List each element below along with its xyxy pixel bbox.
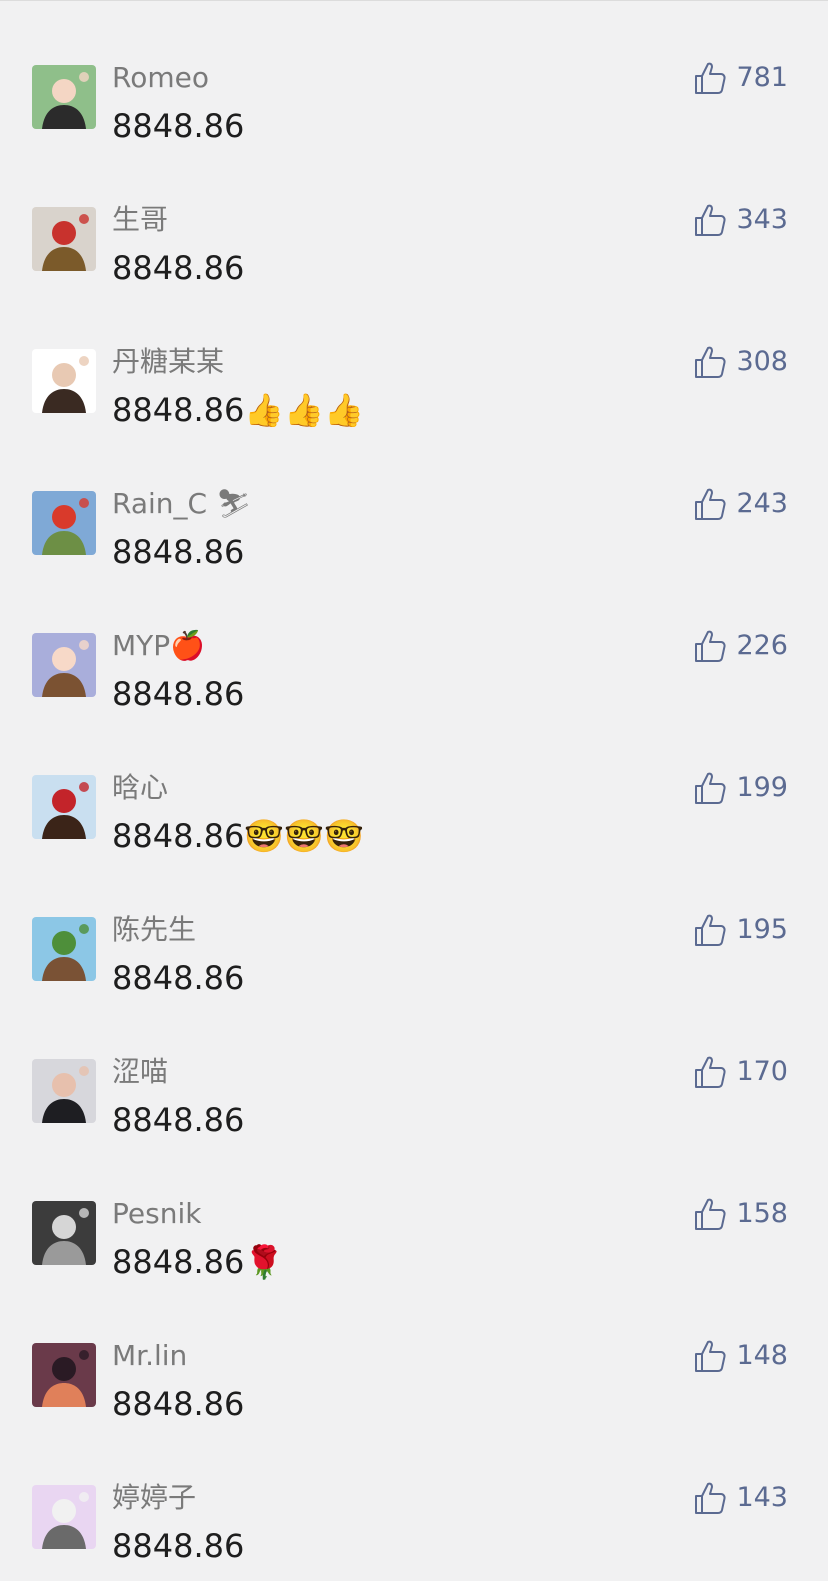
commenter-name[interactable]: 婷婷子 <box>112 1480 196 1516</box>
avatar[interactable] <box>32 1485 96 1549</box>
thumbs-up-icon <box>695 630 727 662</box>
comment-text: 8848.86 <box>112 249 245 287</box>
avatar[interactable] <box>32 207 96 271</box>
commenter-name[interactable]: MYP🍎 <box>112 628 205 664</box>
like-count: 143 <box>736 1482 788 1513</box>
avatar-image <box>32 1485 96 1549</box>
like-count: 243 <box>736 488 788 519</box>
comment-item: MYP🍎 8848.86 226 <box>0 568 828 713</box>
like-count: 308 <box>736 346 788 377</box>
comment-item: 涩喵 8848.86 170 <box>0 994 828 1139</box>
avatar-image <box>32 491 96 555</box>
comment-text: 8848.86 <box>112 959 245 997</box>
like-count: 170 <box>736 1056 788 1087</box>
like-count: 343 <box>736 204 788 235</box>
commenter-name[interactable]: Romeo <box>112 60 209 96</box>
comment-text: 8848.86 <box>112 533 245 571</box>
like-count: 226 <box>736 630 788 661</box>
comment-item: 生哥 8848.86 343 <box>0 142 828 287</box>
avatar[interactable] <box>32 1343 96 1407</box>
avatar-image <box>32 917 96 981</box>
comment-text: 8848.86 <box>112 1385 245 1423</box>
comment-item: Rain_C ⛷ 8848.86 243 <box>0 426 828 571</box>
commenter-name[interactable]: Mr.lin <box>112 1338 187 1374</box>
commenter-name[interactable]: 陈先生 <box>112 912 196 948</box>
like-button[interactable]: 226 <box>694 628 788 664</box>
like-count: 195 <box>736 914 788 945</box>
avatar[interactable] <box>32 65 96 129</box>
like-button[interactable]: 781 <box>694 60 788 96</box>
like-button[interactable]: 243 <box>694 486 788 522</box>
avatar[interactable] <box>32 775 96 839</box>
like-button[interactable]: 170 <box>694 1054 788 1090</box>
commenter-name[interactable]: Rain_C ⛷ <box>112 486 252 522</box>
thumbs-up-icon <box>695 488 727 520</box>
comment-text: 8848.86🤓🤓🤓 <box>112 817 364 855</box>
comment-item: 陈先生 8848.86 195 <box>0 852 828 997</box>
like-button[interactable]: 148 <box>694 1338 788 1374</box>
comment-item: Pesnik 8848.86🌹 158 <box>0 1136 828 1281</box>
commenter-name[interactable]: 晗心 <box>112 770 168 806</box>
avatar-image <box>32 349 96 413</box>
thumbs-up-icon <box>695 914 727 946</box>
comment-text: 8848.86 <box>112 1101 245 1139</box>
comment-text: 8848.86 <box>112 107 245 145</box>
avatar[interactable] <box>32 349 96 413</box>
avatar-image <box>32 1343 96 1407</box>
thumbs-up-icon <box>695 1340 727 1372</box>
thumbs-up-icon <box>695 1482 727 1514</box>
avatar[interactable] <box>32 1201 96 1265</box>
like-button[interactable]: 308 <box>694 344 788 380</box>
thumbs-up-icon <box>695 1198 727 1230</box>
like-button[interactable]: 199 <box>694 770 788 806</box>
like-button[interactable]: 158 <box>694 1196 788 1232</box>
comment-text: 8848.86 <box>112 1527 245 1565</box>
avatar[interactable] <box>32 917 96 981</box>
comment-text: 8848.86👍👍👍 <box>112 391 364 429</box>
comment-text: 8848.86🌹 <box>112 1243 285 1281</box>
avatar-image <box>32 1059 96 1123</box>
avatar-image <box>32 775 96 839</box>
comment-item: Mr.lin 8848.86 148 <box>0 1278 828 1423</box>
commenter-name[interactable]: 丹糖某某 <box>112 344 224 380</box>
like-count: 781 <box>736 62 788 93</box>
thumbs-up-icon <box>695 62 727 94</box>
like-count: 199 <box>736 772 788 803</box>
commenter-name[interactable]: Pesnik <box>112 1196 201 1232</box>
comment-text: 8848.86 <box>112 675 245 713</box>
comment-item: Romeo 8848.86 781 <box>0 0 828 145</box>
like-count: 148 <box>736 1340 788 1371</box>
avatar-image <box>32 207 96 271</box>
comment-item: 婷婷子 8848.86 143 <box>0 1420 828 1565</box>
like-button[interactable]: 195 <box>694 912 788 948</box>
avatar[interactable] <box>32 1059 96 1123</box>
avatar[interactable] <box>32 633 96 697</box>
avatar[interactable] <box>32 491 96 555</box>
commenter-name[interactable]: 生哥 <box>112 202 168 238</box>
avatar-image <box>32 633 96 697</box>
thumbs-up-icon <box>695 1056 727 1088</box>
comment-item: 丹糖某某 8848.86👍👍👍 308 <box>0 284 828 429</box>
like-count: 158 <box>736 1198 788 1229</box>
thumbs-up-icon <box>695 772 727 804</box>
like-button[interactable]: 143 <box>694 1480 788 1516</box>
avatar-image <box>32 65 96 129</box>
like-button[interactable]: 343 <box>694 202 788 238</box>
avatar-image <box>32 1201 96 1265</box>
thumbs-up-icon <box>695 346 727 378</box>
thumbs-up-icon <box>695 204 727 236</box>
comment-item: 晗心 8848.86🤓🤓🤓 199 <box>0 710 828 855</box>
commenter-name[interactable]: 涩喵 <box>112 1054 168 1090</box>
